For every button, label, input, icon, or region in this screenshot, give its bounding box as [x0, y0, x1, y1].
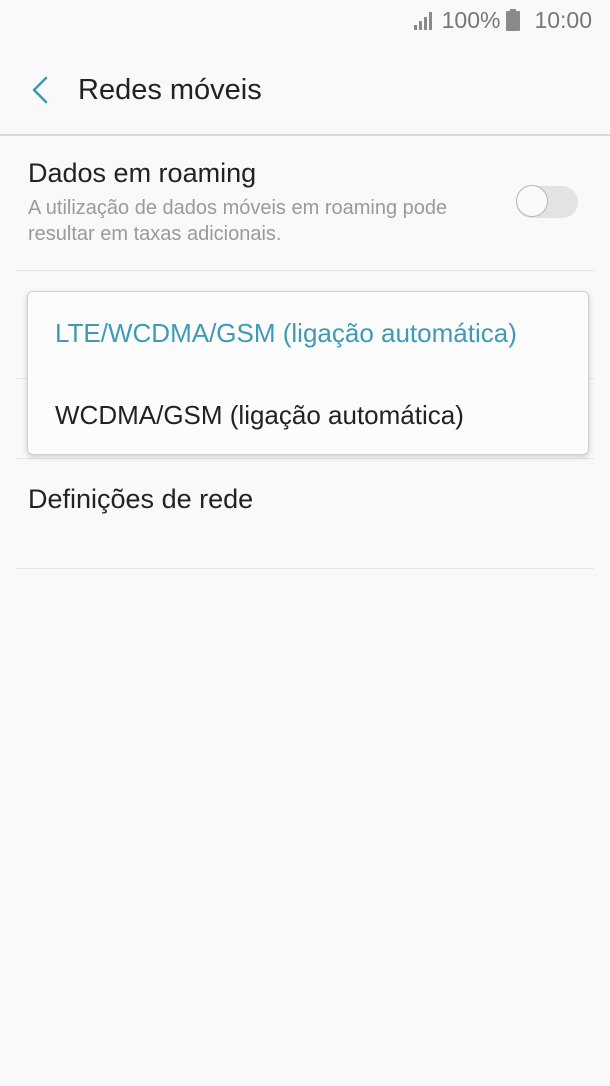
chevron-left-icon [32, 76, 48, 104]
roaming-toggle[interactable] [516, 185, 578, 218]
page-title: Redes móveis [78, 73, 262, 106]
roaming-summary: A utilização de dados móveis em roaming … [28, 197, 448, 245]
battery-icon [506, 9, 521, 31]
status-time: 10:00 [534, 6, 592, 33]
network-mode-popup: LTE/WCDMA/GSM (ligação automática) WCDMA… [27, 291, 589, 455]
back-button[interactable] [10, 60, 70, 120]
network-settings-label: Definições de rede [28, 484, 254, 514]
divider [16, 458, 594, 459]
toggle-knob [516, 185, 548, 217]
network-mode-option-wcdma[interactable]: WCDMA/GSM (ligação automática) [28, 374, 588, 456]
divider [16, 568, 594, 569]
header-divider [0, 134, 610, 136]
status-bar: 100% 10:00 [0, 0, 610, 40]
roaming-setting-row[interactable]: Dados em roaming A utilização de dados m… [28, 150, 578, 260]
network-mode-option-lte[interactable]: LTE/WCDMA/GSM (ligação automática) [28, 292, 588, 374]
roaming-title: Dados em roaming [28, 158, 257, 188]
signal-icon [413, 12, 432, 30]
app-bar: Redes móveis [0, 58, 610, 122]
divider [16, 270, 594, 271]
network-settings-row[interactable]: Definições de rede [28, 462, 582, 552]
battery-percent: 100% [441, 6, 501, 33]
